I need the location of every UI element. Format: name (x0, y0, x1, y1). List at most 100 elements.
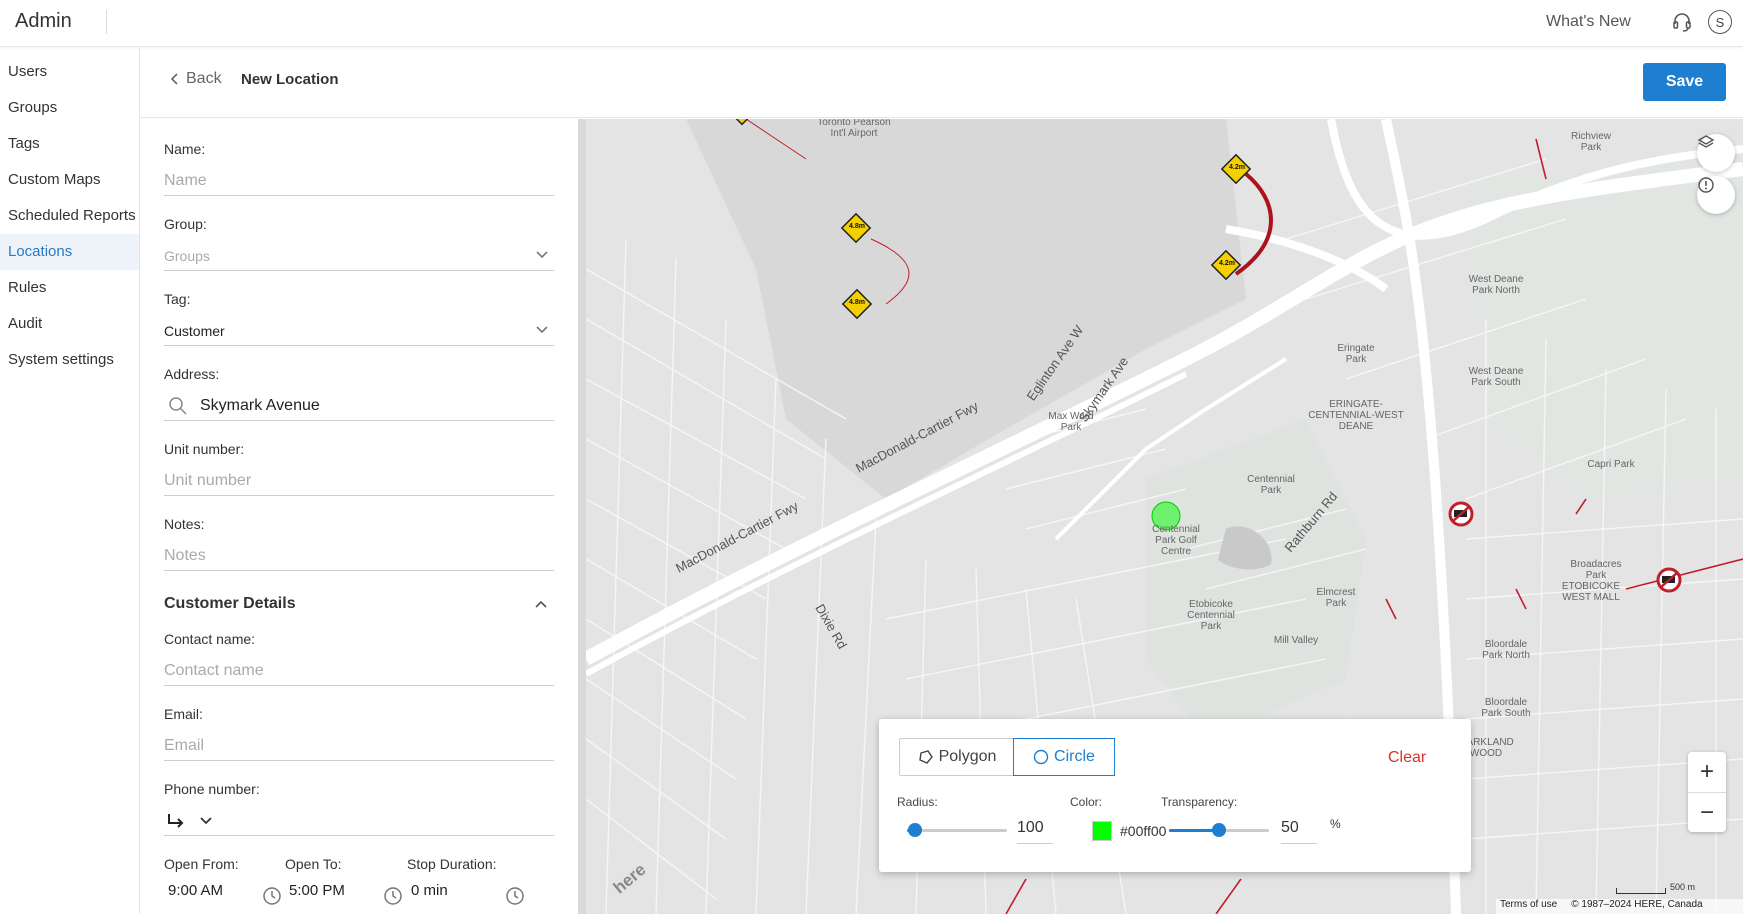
shape-toggle: Polygon Circle (899, 738, 1115, 776)
info-button[interactable] (1697, 176, 1735, 214)
headset-icon[interactable] (1671, 11, 1693, 33)
stop-duration-field[interactable]: Stop Duration: 0 min (407, 856, 527, 905)
map-label: Toronto Pearson Int'l Airport (817, 119, 891, 139)
title-divider (106, 10, 107, 34)
clock-icon[interactable] (262, 886, 282, 906)
notes-label: Notes: (164, 516, 205, 532)
contact-input[interactable] (164, 661, 554, 680)
transparency-slider-thumb[interactable] (1212, 823, 1226, 837)
map-label: West Deane Park South (1468, 366, 1524, 388)
back-label: Back (186, 70, 222, 87)
incident-label: 4.2m (1229, 164, 1245, 171)
circle-icon (1033, 749, 1049, 765)
chevron-up-icon[interactable] (535, 600, 547, 608)
radius-slider[interactable] (907, 820, 1007, 840)
map-label: Centennial Park Golf Centre (1152, 524, 1200, 557)
circle-label: Circle (1054, 748, 1095, 765)
back-button[interactable]: Back (170, 70, 222, 88)
name-field: Name: (164, 141, 554, 196)
save-button[interactable]: Save (1643, 63, 1726, 101)
sidebar: Users Groups Tags Custom Maps Scheduled … (0, 48, 140, 914)
map-label: Etobicoke Centennial Park (1187, 599, 1235, 632)
radius-label: Radius: (897, 795, 938, 809)
clear-button[interactable]: Clear (1388, 749, 1426, 767)
name-label: Name: (164, 141, 206, 157)
map-label: Broadacres Park (1570, 559, 1622, 581)
email-input[interactable] (164, 736, 554, 755)
country-flag-icon[interactable] (166, 812, 186, 830)
customer-details-title[interactable]: Customer Details (164, 595, 296, 613)
transparency-slider[interactable] (1169, 820, 1269, 840)
sidebar-item-scheduled-reports[interactable]: Scheduled Reports (0, 198, 139, 234)
notes-field: Notes: (164, 516, 554, 571)
location-form: Name: Group: Groups Tag: Customer Addres… (140, 119, 578, 914)
color-label: Color: (1070, 795, 1103, 809)
info-icon (1698, 177, 1714, 193)
group-placeholder: Groups (164, 247, 210, 264)
clock-icon[interactable] (505, 886, 525, 906)
open-from-field[interactable]: Open From: 9:00 AM (164, 856, 284, 905)
top-bar: Admin What's New S (0, 0, 1743, 47)
unit-field: Unit number: (164, 441, 554, 496)
copyright: © 1987–2024 HERE, Canada (1571, 899, 1703, 910)
polygon-icon (918, 750, 933, 764)
sidebar-item-users[interactable]: Users (0, 54, 139, 90)
map-label: Centennial Park (1247, 474, 1295, 496)
phone-label: Phone number: (164, 781, 260, 797)
phone-input[interactable] (164, 806, 554, 836)
unit-input[interactable] (164, 471, 554, 490)
whats-new-link[interactable]: What's New (1546, 13, 1631, 31)
zoom-in-button[interactable]: + (1688, 752, 1726, 792)
no-truck-icon[interactable] (1656, 567, 1682, 593)
sidebar-item-tags[interactable]: Tags (0, 126, 139, 162)
radius-slider-thumb[interactable] (908, 823, 922, 837)
terms-link[interactable]: Terms of use (1500, 899, 1557, 914)
open-to-field[interactable]: Open To: 5:00 PM (285, 856, 405, 905)
user-avatar[interactable]: S (1708, 10, 1732, 34)
tag-field: Tag: Customer (164, 291, 554, 346)
page-header: Back New Location Save (140, 48, 1743, 118)
map-label: Elmcrest Park (1316, 587, 1356, 609)
clock-icon[interactable] (383, 886, 403, 906)
sidebar-item-audit[interactable]: Audit (0, 306, 139, 342)
map-attribution: Terms of use © 1987–2024 HERE, Canada (1496, 899, 1743, 914)
group-select[interactable]: Groups (164, 241, 554, 271)
sidebar-item-groups[interactable]: Groups (0, 90, 139, 126)
chevron-left-icon (170, 73, 178, 85)
layers-button[interactable] (1697, 134, 1735, 172)
notes-input[interactable] (164, 546, 554, 565)
map-label: ERINGATE-CENTENNIAL-WEST DEANE (1308, 399, 1404, 432)
incident-label: 4.8m (849, 223, 865, 230)
circle-tool-button[interactable]: Circle (1013, 738, 1115, 776)
no-truck-icon[interactable] (1448, 501, 1474, 527)
color-swatch[interactable] (1092, 821, 1112, 841)
map-label: Mill Valley (1273, 635, 1319, 646)
map-label: Richview Park (1570, 131, 1611, 153)
sidebar-item-custom-maps[interactable]: Custom Maps (0, 162, 139, 198)
polygon-tool-button[interactable]: Polygon (900, 739, 1014, 775)
sidebar-item-system-settings[interactable]: System settings (0, 342, 139, 378)
radius-input[interactable]: 100 (1017, 816, 1053, 844)
panel-splitter[interactable] (578, 119, 586, 914)
chevron-down-icon[interactable] (200, 816, 212, 825)
sidebar-item-locations[interactable]: Locations (0, 234, 139, 270)
shape-tool-panel: Polygon Circle Clear Radius: 100 Color: … (879, 719, 1471, 872)
group-field: Group: Groups (164, 216, 554, 271)
sidebar-item-rules[interactable]: Rules (0, 270, 139, 306)
tag-value: Customer (164, 322, 225, 339)
transparency-label: Transparency: (1161, 795, 1238, 809)
search-icon (169, 396, 187, 415)
map-label: Bloordale Park South (1481, 697, 1531, 719)
chevron-down-icon (536, 251, 548, 259)
zoom-control: + − (1688, 752, 1726, 832)
transparency-input[interactable]: 50 (1281, 816, 1317, 844)
zoom-out-button[interactable]: − (1688, 793, 1726, 833)
email-field: Email: (164, 706, 554, 761)
open-to-label: Open To: (285, 856, 342, 872)
address-input[interactable]: Skymark Avenue (164, 391, 554, 421)
email-label: Email: (164, 706, 203, 722)
address-field: Address: Skymark Avenue (164, 366, 554, 421)
chevron-down-icon (536, 326, 548, 334)
name-input[interactable] (164, 171, 554, 190)
tag-select[interactable]: Customer (164, 316, 554, 346)
